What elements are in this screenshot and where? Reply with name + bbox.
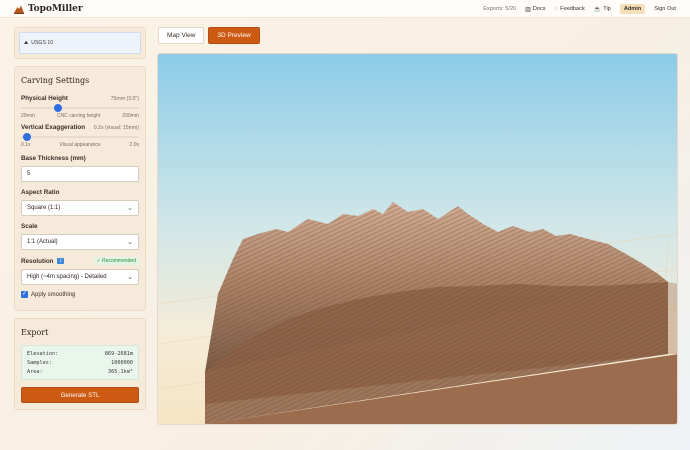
chat-bubble-icon: ◌ [554, 6, 559, 12]
resolution-select[interactable]: High (~4m spacing) - Detailed ⌄ [21, 269, 139, 285]
chevron-down-icon: ⌄ [127, 205, 133, 212]
recommended-badge: ✓ Recommended [93, 257, 139, 265]
scale-min: 0.1x [21, 142, 31, 148]
info-icon[interactable]: i [57, 257, 65, 264]
chevron-down-icon: ⌄ [127, 239, 133, 246]
scale-select[interactable]: 1:1 (Actual) ⌄ [21, 234, 139, 250]
terrain-render [158, 54, 677, 424]
top-bar: TopoMiller Exports: 5/20 ▥ Docs ◌ Feedba… [0, 0, 690, 18]
vertical-exaggeration-scale: 0.1x Visual appearance 2.0x [21, 142, 139, 148]
docs-link[interactable]: ▥ Docs [525, 6, 545, 13]
aspect-ratio-label: Aspect Ratio [21, 189, 60, 196]
stat-value: 869-2681m [104, 350, 133, 357]
base-thickness-label: Base Thickness (mm) [21, 155, 86, 162]
mountain-logo-icon [14, 5, 24, 14]
exports-counter: Exports: 5/20 [483, 6, 517, 12]
chevron-down-icon: ⌄ [127, 274, 133, 281]
physical-height-slider[interactable] [21, 104, 139, 112]
stat-label: Elevation: [27, 350, 59, 357]
brand[interactable]: TopoMiller [14, 4, 83, 14]
export-panel: Export Elevation: 869-2681m Samples: 100… [14, 318, 146, 410]
data-source-label: USGS 10 [31, 40, 54, 46]
tip-link[interactable]: ☕ Tip [594, 6, 611, 13]
stat-row: Area: 365.1km² [27, 367, 133, 376]
slider-thumb[interactable] [53, 104, 62, 112]
stat-value: 1000000 [111, 359, 133, 366]
slider-track [21, 107, 139, 109]
aspect-ratio-value: Square (1:1) [27, 205, 61, 211]
slider-track [21, 136, 139, 138]
smoothing-checkbox[interactable]: ✓ [21, 291, 28, 298]
tip-label: Tip [603, 6, 611, 12]
smoothing-label: Apply smoothing [31, 291, 76, 298]
aspect-ratio-select[interactable]: Square (1:1) ⌄ [21, 200, 139, 216]
vertical-exaggeration-value: 0.2x (visual: 15mm) [93, 124, 139, 131]
data-source-selector[interactable]: ⛰ USGS 10 [19, 32, 141, 54]
scale-max: 200mm [122, 113, 139, 119]
top-nav: Exports: 5/20 ▥ Docs ◌ Feedback ☕ Tip Ad… [483, 0, 676, 18]
view-tabs: Map View 3D Preview [158, 27, 260, 44]
carving-settings-panel: Carving Settings Physical Height 75mm (3… [14, 66, 146, 311]
resolution-header: Resolution i ✓ Recommended [21, 257, 139, 265]
physical-height-label: Physical Height [21, 95, 68, 102]
stat-value: 365.1km² [108, 368, 133, 375]
mountain-icon: ⛰ [24, 40, 29, 46]
admin-button[interactable]: Admin [619, 4, 646, 14]
vertical-exaggeration-label: Vertical Exaggeration [21, 124, 86, 131]
base-thickness-input[interactable]: 5 [21, 166, 139, 182]
smoothing-option[interactable]: ✓ Apply smoothing [21, 291, 139, 298]
resolution-label: Resolution [21, 257, 54, 265]
tab-3d-preview[interactable]: 3D Preview [208, 27, 260, 44]
scale-caption: Visual appearance [59, 142, 101, 148]
feedback-label: Feedback [560, 6, 585, 12]
vertical-exaggeration-header: Vertical Exaggeration 0.2x (visual: 15mm… [21, 124, 139, 131]
docs-label: Docs [532, 6, 546, 12]
generate-stl-button[interactable]: Generate STL [21, 387, 139, 403]
book-icon: ▥ [525, 6, 531, 13]
resolution-label-group: Resolution i [21, 257, 65, 265]
export-title: Export [21, 328, 49, 337]
stat-label: Area: [27, 368, 43, 375]
scale-min: 20mm [21, 113, 35, 119]
data-source-panel: ⛰ USGS 10 [14, 27, 146, 59]
feedback-link[interactable]: ◌ Feedback [555, 6, 585, 12]
scale-label: Scale [21, 223, 38, 230]
physical-height-scale: 20mm CNC carving height 200mm [21, 113, 139, 119]
scale-max: 2.0x [129, 142, 139, 148]
vertical-exaggeration-slider[interactable] [21, 133, 139, 141]
3d-preview-canvas[interactable] [157, 53, 678, 425]
physical-height-value: 75mm (3.0") [110, 95, 139, 102]
export-stats: Elevation: 869-2681m Samples: 1000000 Ar… [21, 345, 139, 380]
scale-caption: CNC carving height [56, 113, 101, 119]
scale-value: 1:1 (Actual) [27, 239, 58, 245]
physical-height-header: Physical Height 75mm (3.0") [21, 95, 139, 102]
stat-row: Elevation: 869-2681m [27, 349, 133, 358]
app-name: TopoMiller [28, 3, 83, 14]
resolution-value: High (~4m spacing) - Detailed [27, 274, 107, 280]
tab-map-view[interactable]: Map View [158, 27, 205, 44]
slider-thumb[interactable] [22, 133, 31, 141]
carving-settings-title: Carving Settings [21, 76, 90, 85]
stat-row: Samples: 1000000 [27, 358, 133, 367]
stat-label: Samples: [27, 359, 52, 366]
sign-out-link[interactable]: Sign Out [654, 6, 676, 12]
coffee-icon: ☕ [593, 6, 602, 13]
